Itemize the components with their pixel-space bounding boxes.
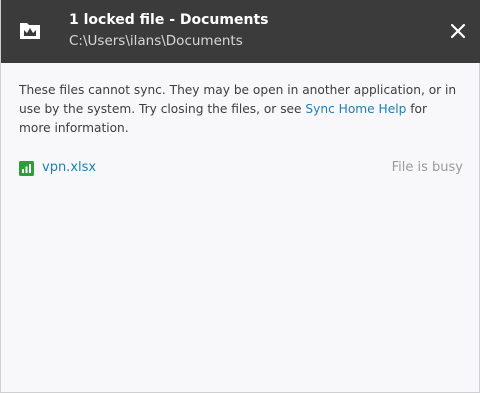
message-area: These files cannot sync. They may be ope… (19, 81, 459, 138)
dialog-title: 1 locked file - Documents (69, 12, 269, 28)
sync-message: These files cannot sync. They may be ope… (19, 81, 459, 138)
spreadsheet-icon (19, 161, 34, 176)
file-status: File is busy (391, 160, 463, 175)
folder-path: C:\Users\ilans\Documents (69, 33, 243, 49)
locked-files-dialog: 1 locked file - Documents C:\Users\ilans… (0, 0, 480, 393)
sync-home-help-link[interactable]: Sync Home Help (305, 102, 406, 116)
dialog-header: 1 locked file - Documents C:\Users\ilans… (1, 0, 480, 63)
locked-file-row: vpn.xlsx File is busy (19, 158, 463, 178)
folder-crown-icon (20, 23, 40, 39)
file-name-link[interactable]: vpn.xlsx (42, 160, 96, 175)
close-icon[interactable] (447, 20, 469, 42)
